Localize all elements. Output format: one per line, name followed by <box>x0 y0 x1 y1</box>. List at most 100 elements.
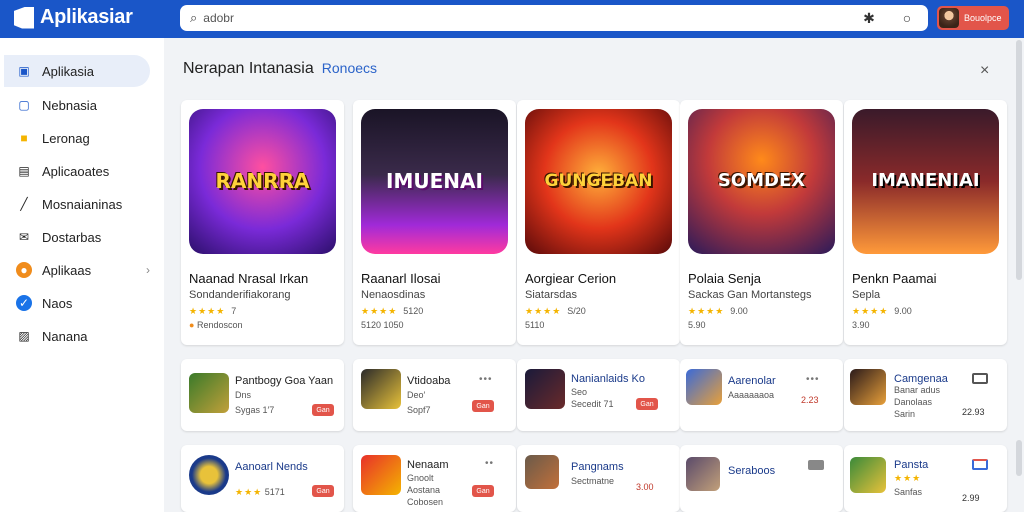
mail-icon: ✉ <box>18 230 30 244</box>
chart-icon: ╱ <box>20 197 28 211</box>
screen-icon[interactable] <box>972 373 988 384</box>
meta-value: Rendoscon <box>196 320 243 330</box>
more-options-icon[interactable]: ••• <box>806 374 820 385</box>
app-icon <box>686 369 722 405</box>
art-title: IMANENIAI <box>871 170 980 192</box>
screen-icon[interactable] <box>972 459 988 470</box>
app-developer: Nenaosdinas <box>361 289 426 301</box>
rating-stars-icon: ★★★★ <box>852 306 889 316</box>
featured-app-card[interactable]: SOMDEX Polaia Senja Sackas Gan Mortanste… <box>680 100 843 345</box>
app-info: Deo′ <box>407 390 426 400</box>
featured-app-card[interactable]: RANRRA Naanad Nrasal Irkan Sondanderifia… <box>181 100 344 345</box>
app-list-card[interactable]: Aarenolar ••• Aaaaaaaoa 2.23 <box>680 359 843 431</box>
app-list-card[interactable]: Vtidoaba ••• Deo′ Sopf7 Gan <box>353 359 516 431</box>
install-button[interactable]: Gan <box>472 400 494 412</box>
app-info: Gnoolt <box>407 473 434 483</box>
app-list-card[interactable]: Nenaam •• Gnoolt Aostana Cobosen Gan <box>353 445 516 512</box>
sidebar-item-mosnaianinas[interactable]: ╱ Mosnaianinas <box>4 188 150 220</box>
app-info: Dns <box>235 390 252 400</box>
page-title: Nerapan Intanasia Ronoecs <box>183 60 377 78</box>
more-options-icon[interactable]: •• <box>485 458 494 469</box>
app-icon <box>361 455 401 495</box>
app-name: Camgenaa <box>894 373 948 385</box>
sidebar-item-label: Mosnaianinas <box>42 196 123 212</box>
app-list-card[interactable]: Pantbogy Goa Yaan Dns Sygas 1′7 Gan <box>181 359 344 431</box>
featured-app-card[interactable]: IMUENAI Raanarl Ilosai Nenaosdinas ★★★★ 5… <box>353 100 516 345</box>
app-artwork: SOMDEX <box>688 109 835 254</box>
app-name: Pantbogy Goa Yaan <box>235 375 334 387</box>
app-rating: ★★★★ 9.00 <box>688 306 748 317</box>
search-bar[interactable]: ⌕ ✱ ○ <box>180 5 928 31</box>
sidebar-item-leronag[interactable]: ■ Leronag <box>4 122 150 154</box>
app-price: 3.00 <box>636 482 654 492</box>
app-name: Aarenolar <box>728 375 776 387</box>
chevron-right-icon: › <box>146 263 150 277</box>
search-input[interactable] <box>203 11 844 25</box>
app-logo[interactable]: Aplikasiar <box>14 6 133 29</box>
section-subtitle-link[interactable]: Ronoecs <box>322 60 377 76</box>
app-info: Sygas 1′7 <box>235 405 275 415</box>
sidebar-item-label: Aplikasia <box>42 63 95 79</box>
profile-name: Bouolpce <box>964 13 1002 23</box>
screen-icon[interactable] <box>808 460 824 470</box>
sidebar-item-label: Nebnasia <box>42 97 97 113</box>
sidebar-item-label: Naos <box>42 295 73 311</box>
shield-icon: ✓ <box>16 295 32 311</box>
app-list-card[interactable]: Pangnams Sectmatne 3.00 <box>517 445 680 512</box>
compass-icon: ● <box>16 262 32 278</box>
app-rating: ★★★ 5171 <box>235 487 285 498</box>
install-button[interactable]: Gan <box>312 404 334 416</box>
art-title: RANRRA <box>215 169 310 193</box>
app-list-card[interactable]: Aanoarl Nends ★★★ 5171 Gan <box>181 445 344 512</box>
app-meta: 5.90 <box>688 320 706 330</box>
scrollbar[interactable] <box>1016 40 1022 280</box>
app-list-card[interactable]: Pansta ★★★ Sanfas 2.99 <box>844 445 1007 512</box>
app-name: Polaia Senja <box>688 271 761 286</box>
sidebar-item-label: Aplicaoates <box>42 163 110 179</box>
sidebar-item-dostarbas[interactable]: ✉ Dostarbas <box>4 221 150 253</box>
gift-icon: ▨ <box>18 329 30 343</box>
sidebar-item-aplikaas[interactable]: ● Aplikaas › <box>4 254 150 286</box>
sidebar-item-aplikasia[interactable]: ▣ Aplikasia <box>4 55 150 87</box>
sidebar-item-naos[interactable]: ✓ Naos <box>4 287 150 319</box>
app-developer: Siatarsdas <box>525 289 577 301</box>
scrollbar-thumb[interactable] <box>1016 440 1022 476</box>
app-list-card[interactable]: Camgenaa Banar adus Danolaas Sarin 22.93 <box>844 359 1007 431</box>
sidebar-item-nebnasia[interactable]: ▢ Nebnasia <box>4 89 150 121</box>
sidebar-item-nanana[interactable]: ▨ Nanana <box>4 320 150 352</box>
profile-button[interactable]: Bouolpce <box>937 6 1009 30</box>
app-icon <box>850 369 886 405</box>
install-button[interactable]: Gan <box>636 398 658 410</box>
app-info: Banar adus <box>894 385 941 395</box>
app-rating: ★★★★ 9.00 <box>852 306 912 317</box>
app-icon <box>189 455 229 495</box>
app-developer: Sackas Gan Mortanstegs <box>688 289 812 301</box>
app-artwork: IMUENAI <box>361 109 508 254</box>
close-icon[interactable]: × <box>980 62 989 80</box>
app-name: Pangnams <box>571 461 624 473</box>
sidebar-item-label: Leronag <box>42 130 90 146</box>
sidebar-item-label: Nanana <box>42 328 88 344</box>
install-button[interactable]: Gan <box>472 485 494 497</box>
app-list-card[interactable]: Nanianlaids Ko Seo Secedit 71 Gan <box>517 359 680 431</box>
help-icon[interactable]: ○ <box>898 9 916 27</box>
more-options-icon[interactable]: ••• <box>479 374 493 385</box>
app-name: Nenaam <box>407 459 449 471</box>
app-info: Cobosen <box>407 497 444 507</box>
featured-app-card[interactable]: GUNGEBAN Aorgiear Cerion Siatarsdas ★★★★… <box>517 100 680 345</box>
install-button[interactable]: Gan <box>312 485 334 497</box>
app-info: Sectmatne <box>571 476 615 486</box>
rating-value: 5171 <box>264 487 285 497</box>
app-name: Nanianlaids Ko <box>571 373 645 385</box>
app-list-card[interactable]: Seraboos <box>680 445 843 512</box>
app-icon <box>525 369 565 409</box>
app-developer: Sondanderifiakorang <box>189 289 291 301</box>
voice-search-icon[interactable]: ✱ <box>860 9 878 27</box>
featured-app-card[interactable]: IMANENIAI Penkn Paamai Sepla ★★★★ 9.00 3.… <box>844 100 1007 345</box>
sidebar-item-aplicaoates[interactable]: ▤ Aplicaoates <box>4 155 150 187</box>
app-name: Aanoarl Nends <box>235 461 308 473</box>
app-rating: ★★★★ 7 <box>189 306 236 317</box>
app-name: Seraboos <box>728 465 776 477</box>
app-price: 2.23 <box>801 395 819 405</box>
app-artwork: IMANENIAI <box>852 109 999 254</box>
